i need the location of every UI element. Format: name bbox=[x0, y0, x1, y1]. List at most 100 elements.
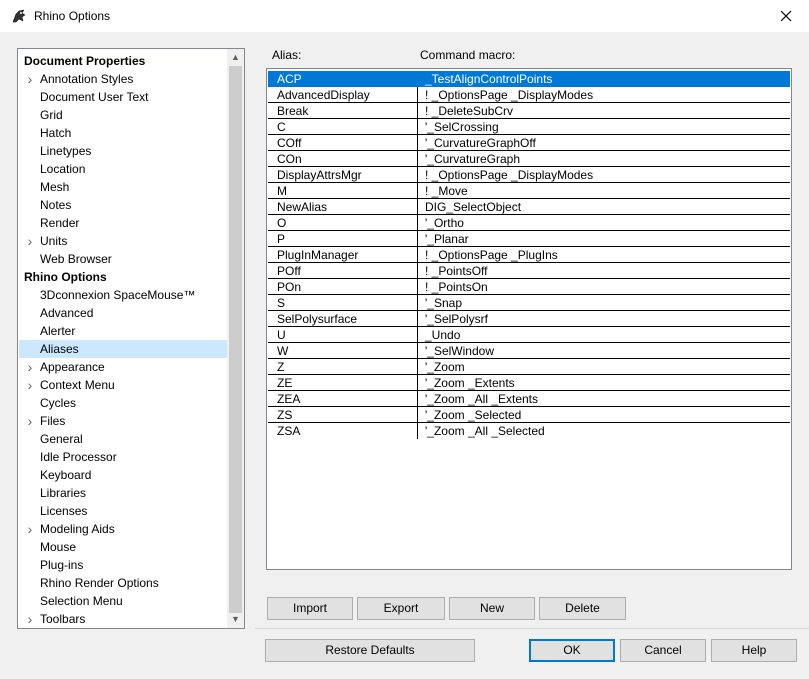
expand-chevron-icon[interactable]: › bbox=[24, 376, 36, 394]
macro-cell[interactable]: '_CurvatureGraph bbox=[418, 151, 790, 167]
alias-row[interactable]: W '_SelWindow bbox=[268, 343, 790, 359]
tree-item[interactable]: Linetypes bbox=[40, 142, 91, 160]
alias-row[interactable]: COn '_CurvatureGraph bbox=[268, 151, 790, 167]
alias-list[interactable]: ACP _TestAlignControlPoints AdvancedDispla… bbox=[266, 68, 792, 570]
alias-cell[interactable]: P bbox=[268, 231, 418, 247]
macro-cell[interactable]: '_Zoom bbox=[418, 359, 790, 375]
alias-row[interactable]: C '_SelCrossing bbox=[268, 119, 790, 135]
alias-cell[interactable]: M bbox=[268, 183, 418, 199]
alias-row[interactable]: ZS '_Zoom _Selected bbox=[268, 407, 790, 423]
alias-row[interactable]: ACP _TestAlignControlPoints bbox=[268, 71, 790, 87]
export-button[interactable]: Export bbox=[357, 597, 445, 620]
tree-category[interactable]: Rhino Options bbox=[24, 268, 107, 286]
tree-item[interactable]: Alerter bbox=[40, 322, 75, 340]
tree-item[interactable]: Plug-ins bbox=[40, 556, 83, 574]
expand-chevron-icon[interactable]: › bbox=[24, 610, 36, 628]
macro-cell[interactable]: '_SelWindow bbox=[418, 343, 790, 359]
scroll-up-icon[interactable]: ▲ bbox=[227, 49, 244, 66]
macro-cell[interactable]: '_Zoom _Selected bbox=[418, 407, 790, 423]
macro-cell[interactable]: '_SelCrossing bbox=[418, 119, 790, 135]
alias-row[interactable]: PlugInManager! _OptionsPage _PlugIns bbox=[268, 247, 790, 263]
tree-scrollbar[interactable]: ▲ ▼ bbox=[227, 49, 244, 628]
alias-row[interactable]: COff '_CurvatureGraphOff bbox=[268, 135, 790, 151]
macro-cell[interactable]: ! _PointsOff bbox=[418, 263, 790, 279]
tree-item[interactable]: Location bbox=[40, 160, 85, 178]
tree-item[interactable]: Web Browser bbox=[40, 250, 112, 268]
macro-cell[interactable]: ! _Move bbox=[418, 183, 790, 199]
alias-row[interactable]: Break! _DeleteSubCrv bbox=[268, 103, 790, 119]
expand-chevron-icon[interactable]: › bbox=[24, 70, 36, 88]
import-button[interactable]: Import bbox=[267, 597, 353, 620]
tree-item[interactable]: › Modeling Aids bbox=[28, 520, 115, 538]
macro-cell[interactable]: '_Ortho bbox=[418, 215, 790, 231]
macro-cell[interactable]: ! _PointsOn bbox=[418, 279, 790, 295]
tree-item[interactable]: Mouse bbox=[40, 538, 76, 556]
macro-cell[interactable]: _Undo bbox=[418, 327, 790, 343]
restore-defaults-button[interactable]: Restore Defaults bbox=[265, 639, 475, 662]
alias-row[interactable]: DisplayAttrsMgr! _OptionsPage _DisplayMo… bbox=[268, 167, 790, 183]
macro-cell[interactable]: _TestAlignControlPoints bbox=[418, 71, 790, 87]
alias-cell[interactable]: Z bbox=[268, 359, 418, 375]
alias-cell[interactable]: W bbox=[268, 343, 418, 359]
tree-item[interactable]: 3Dconnexion SpaceMouse™ bbox=[40, 286, 195, 304]
tree-item[interactable]: Licenses bbox=[40, 502, 87, 520]
alias-cell[interactable]: C bbox=[268, 119, 418, 135]
expand-chevron-icon[interactable]: › bbox=[24, 520, 36, 538]
alias-row[interactable]: ZE '_Zoom _Extents bbox=[268, 375, 790, 391]
macro-cell[interactable]: ! _OptionsPage _DisplayModes bbox=[418, 167, 790, 183]
tree-item[interactable]: Render bbox=[40, 214, 79, 232]
tree-item[interactable]: › Context Menu bbox=[28, 376, 115, 394]
tree-category[interactable]: Document Properties bbox=[24, 52, 145, 70]
tree-item[interactable]: › Appearance bbox=[28, 358, 105, 376]
tree-item[interactable]: Libraries bbox=[40, 484, 86, 502]
alias-row[interactable]: NewAlias DIG_SelectObject bbox=[268, 199, 790, 215]
expand-chevron-icon[interactable]: › bbox=[24, 412, 36, 430]
alias-cell[interactable]: COn bbox=[268, 151, 418, 167]
alias-row[interactable]: ZEA '_Zoom _All _Extents bbox=[268, 391, 790, 407]
macro-cell[interactable]: ! _OptionsPage _DisplayModes bbox=[418, 87, 790, 103]
alias-row[interactable]: S '_Snap bbox=[268, 295, 790, 311]
options-tree[interactable]: › Toolbars Selection Menu Rhino Render Opti… bbox=[17, 48, 245, 629]
macro-cell[interactable]: '_Planar bbox=[418, 231, 790, 247]
alias-cell[interactable]: ACP bbox=[268, 71, 418, 87]
tree-item[interactable]: Idle Processor bbox=[40, 448, 117, 466]
tree-item[interactable]: › Units bbox=[28, 232, 68, 250]
alias-cell[interactable]: U bbox=[268, 327, 418, 343]
new-button[interactable]: New bbox=[449, 597, 535, 620]
expand-chevron-icon[interactable]: › bbox=[24, 358, 36, 376]
alias-row[interactable]: P '_Planar bbox=[268, 231, 790, 247]
alias-cell[interactable]: Break bbox=[268, 103, 418, 119]
cancel-button[interactable]: Cancel bbox=[620, 639, 706, 662]
tree-item[interactable]: Hatch bbox=[40, 124, 71, 142]
alias-cell[interactable]: SelPolysurface bbox=[268, 311, 418, 327]
alias-row[interactable]: POff! _PointsOff bbox=[268, 263, 790, 279]
alias-cell[interactable]: ZS bbox=[268, 407, 418, 423]
alias-row[interactable]: M! _Move bbox=[268, 183, 790, 199]
macro-cell[interactable]: ! _DeleteSubCrv bbox=[418, 103, 790, 119]
scroll-down-icon[interactable]: ▼ bbox=[227, 611, 244, 628]
alias-row[interactable]: Z '_Zoom bbox=[268, 359, 790, 375]
macro-cell[interactable]: ! _OptionsPage _PlugIns bbox=[418, 247, 790, 263]
alias-cell[interactable]: NewAlias bbox=[268, 199, 418, 215]
alias-cell[interactable]: ZEA bbox=[268, 391, 418, 407]
macro-cell[interactable]: '_Zoom _All _Selected bbox=[418, 423, 790, 439]
macro-cell[interactable]: '_SelPolysrf bbox=[418, 311, 790, 327]
tree-item[interactable]: Rhino Render Options bbox=[40, 574, 159, 592]
alias-row[interactable]: AdvancedDisplay! _OptionsPage _DisplayMo… bbox=[268, 87, 790, 103]
macro-cell[interactable]: '_Snap bbox=[418, 295, 790, 311]
tree-item[interactable]: Aliases bbox=[19, 340, 227, 358]
tree-item[interactable]: Advanced bbox=[40, 304, 93, 322]
alias-row[interactable]: POn! _PointsOn bbox=[268, 279, 790, 295]
alias-cell[interactable]: POn bbox=[268, 279, 418, 295]
alias-row[interactable]: U _Undo bbox=[268, 327, 790, 343]
tree-item[interactable]: Selection Menu bbox=[40, 592, 123, 610]
alias-cell[interactable]: S bbox=[268, 295, 418, 311]
alias-cell[interactable]: O bbox=[268, 215, 418, 231]
tree-item[interactable]: Cycles bbox=[40, 394, 76, 412]
expand-chevron-icon[interactable]: › bbox=[24, 232, 36, 250]
help-button[interactable]: Help bbox=[711, 639, 797, 662]
tree-item[interactable]: Grid bbox=[40, 106, 63, 124]
macro-cell[interactable]: '_Zoom _Extents bbox=[418, 375, 790, 391]
tree-item[interactable]: Document User Text bbox=[40, 88, 149, 106]
alias-cell[interactable]: AdvancedDisplay bbox=[268, 87, 418, 103]
